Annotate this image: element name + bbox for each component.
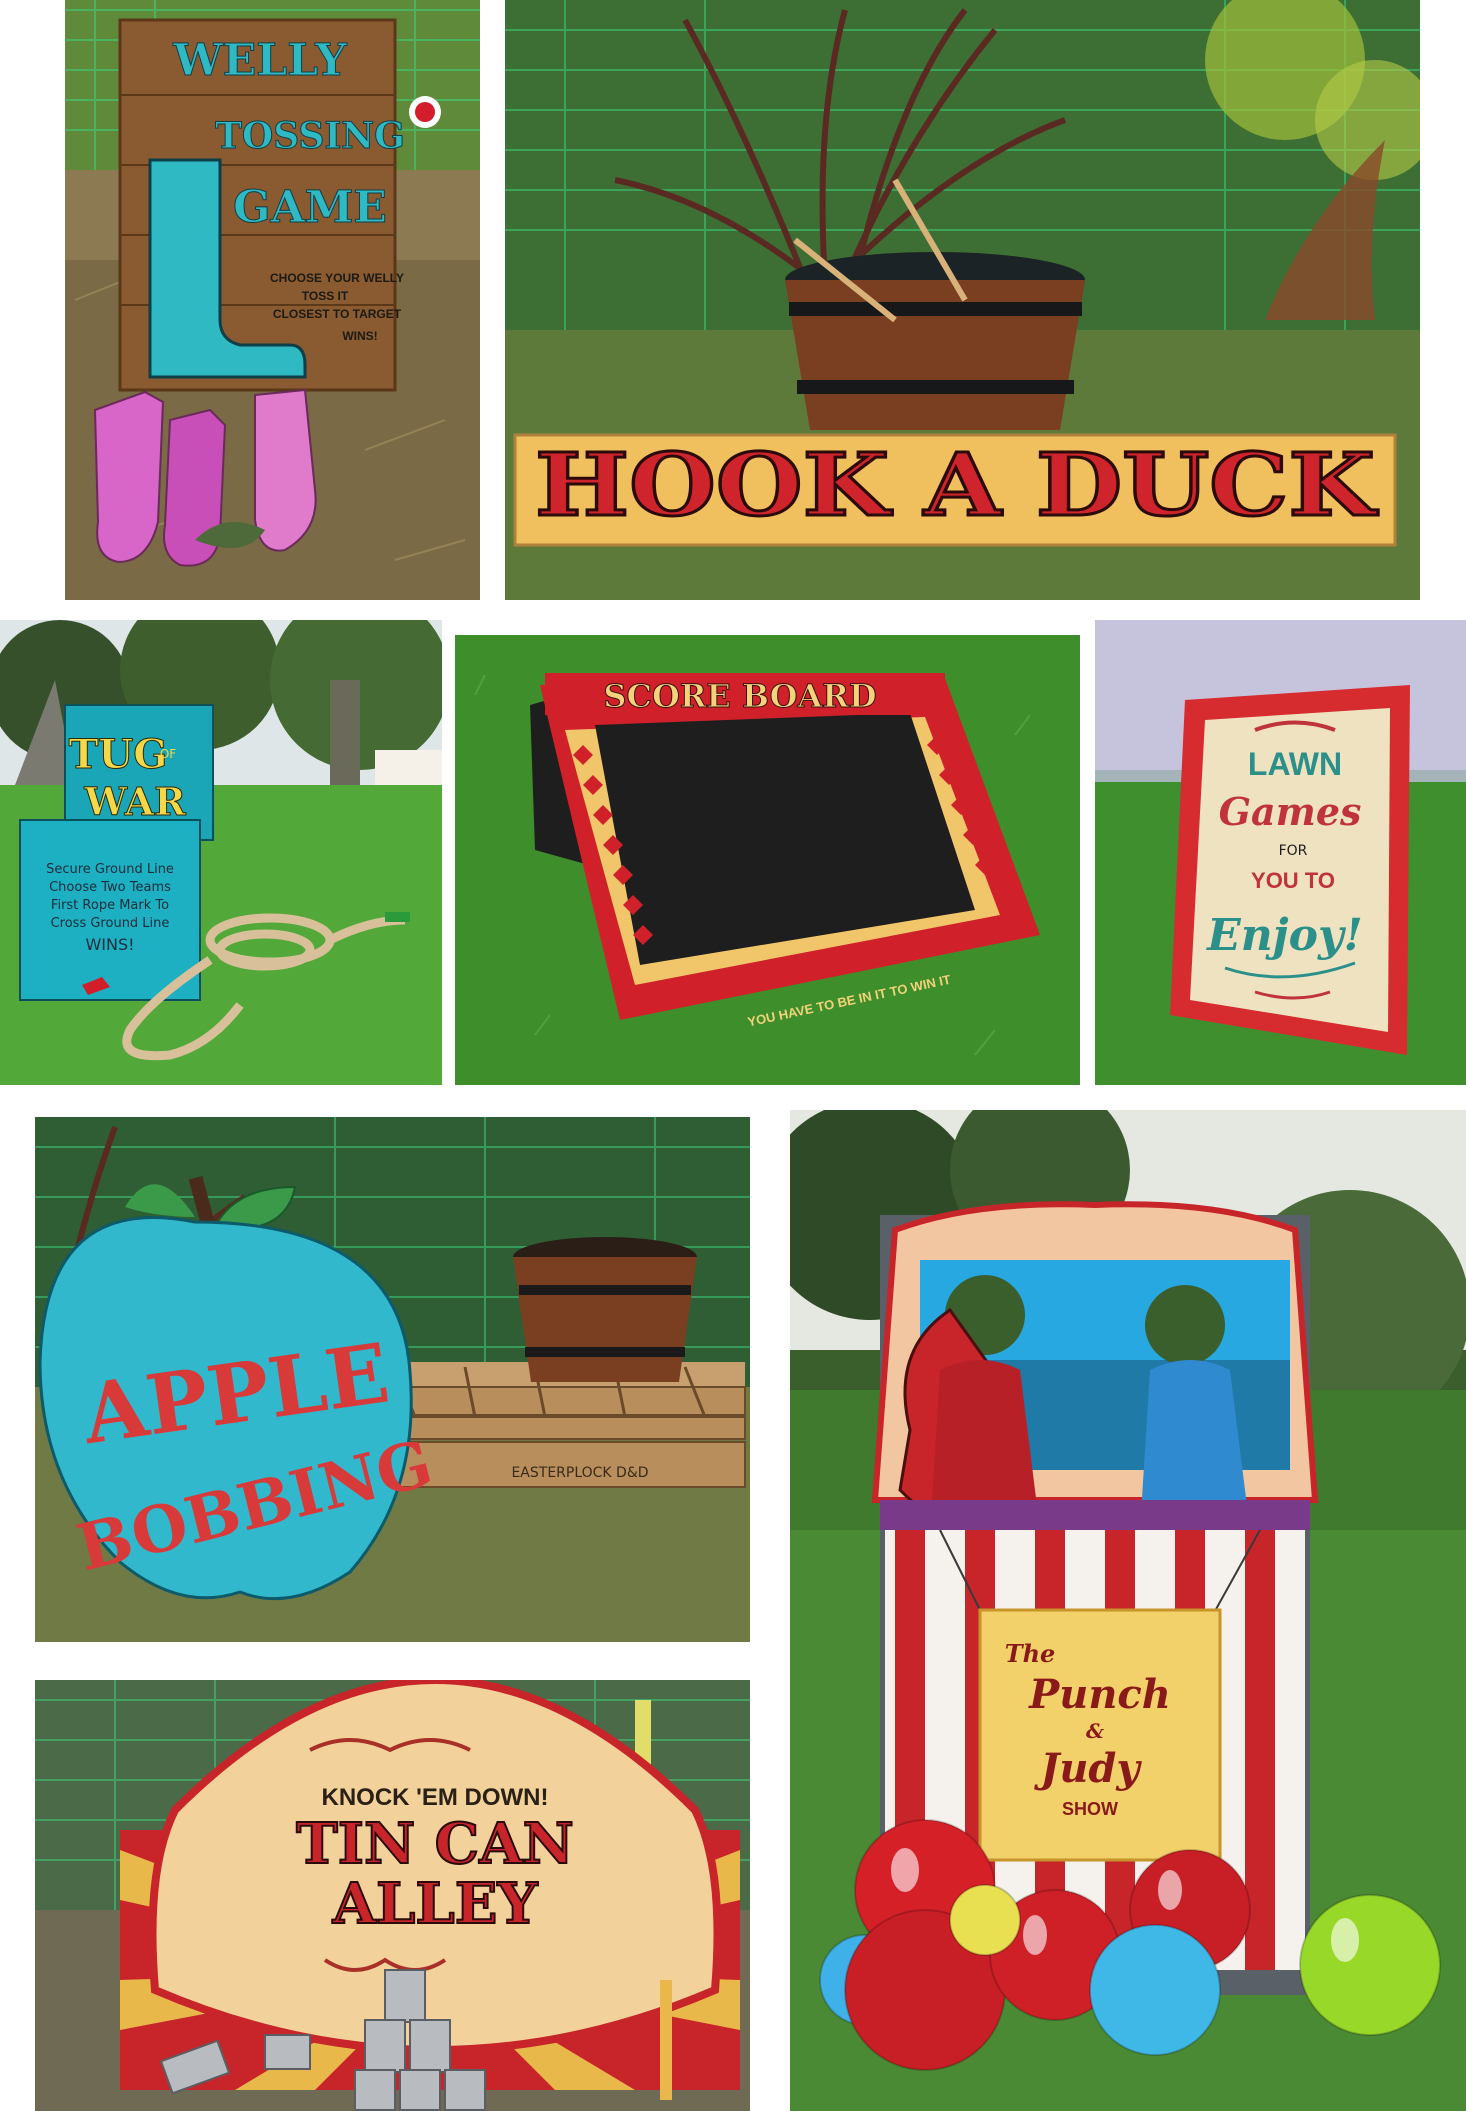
tug-rule-5: WINS! bbox=[85, 935, 134, 954]
lawn-line-4: YOU TO bbox=[1251, 868, 1335, 893]
punch-line-1: The bbox=[1005, 1639, 1056, 1668]
welly-title-1: WELLY bbox=[172, 35, 347, 86]
tin-can-line-1: KNOCK 'EM DOWN! bbox=[321, 1784, 548, 1811]
tug-rule-4: Cross Ground Line bbox=[51, 916, 170, 931]
photo-lawn-games: LAWN Games FOR YOU TO Enjoy! bbox=[1095, 620, 1466, 1085]
hook-a-duck-title: HOOK A DUCK bbox=[535, 435, 1379, 536]
welly-rule-2: TOSS IT bbox=[302, 289, 349, 303]
photo-score-board: SCORE BOARD YOU HAVE TO BE IN IT TO WIN … bbox=[455, 635, 1080, 1085]
photo-apple-bobbing: EASTERPLOCK D&D APPLE BOBBING bbox=[35, 1117, 750, 1642]
photo-tin-can-alley: KNOCK 'EM DOWN! TIN CAN ALLEY bbox=[35, 1680, 750, 2111]
punch-line-5: SHOW bbox=[1062, 1799, 1118, 1819]
photo-tug-of-war: TUG OF WAR Secure Ground Line Choose Two… bbox=[0, 620, 442, 1085]
tug-title-b: WAR bbox=[83, 779, 186, 824]
tug-rule-2: Choose Two Teams bbox=[49, 880, 171, 895]
tug-rule-1: Secure Ground Line bbox=[46, 862, 174, 877]
welly-rule-1: CHOOSE YOUR WELLY bbox=[270, 271, 404, 285]
lawn-line-1: LAWN bbox=[1248, 746, 1342, 782]
welly-rule-3: CLOSEST TO TARGET bbox=[273, 307, 402, 321]
tug-title-a: TUG bbox=[69, 731, 168, 778]
tin-can-line-3: ALLEY bbox=[332, 1871, 539, 1937]
punch-line-4: Judy bbox=[1033, 1745, 1142, 1792]
photo-welly-tossing: WELLY TOSSING GAME CHOOSE YOUR WELLY TOS… bbox=[65, 0, 480, 600]
lawn-line-5: Enjoy! bbox=[1205, 910, 1363, 961]
pallet-stamp: EASTERPLOCK D&D bbox=[511, 1465, 648, 1481]
punch-line-3: & bbox=[1086, 1719, 1104, 1743]
photo-hook-a-duck: HOOK A DUCK bbox=[505, 0, 1420, 600]
welly-rule-4: WINS! bbox=[342, 329, 377, 343]
lawn-line-3: FOR bbox=[1279, 843, 1308, 859]
welly-title-2: TOSSING bbox=[215, 115, 405, 157]
score-board-title: SCORE BOARD bbox=[603, 677, 876, 715]
tin-can-line-2: TIN CAN bbox=[296, 1811, 574, 1877]
photo-punch-and-judy: The Punch & Judy SHOW bbox=[790, 1110, 1466, 2111]
punch-line-2: Punch bbox=[1028, 1671, 1171, 1718]
welly-title-3: GAME bbox=[233, 182, 387, 233]
tug-rule-3: First Rope Mark To bbox=[51, 898, 169, 913]
tug-title-of: OF bbox=[160, 747, 176, 761]
lawn-line-2: Games bbox=[1219, 789, 1362, 834]
